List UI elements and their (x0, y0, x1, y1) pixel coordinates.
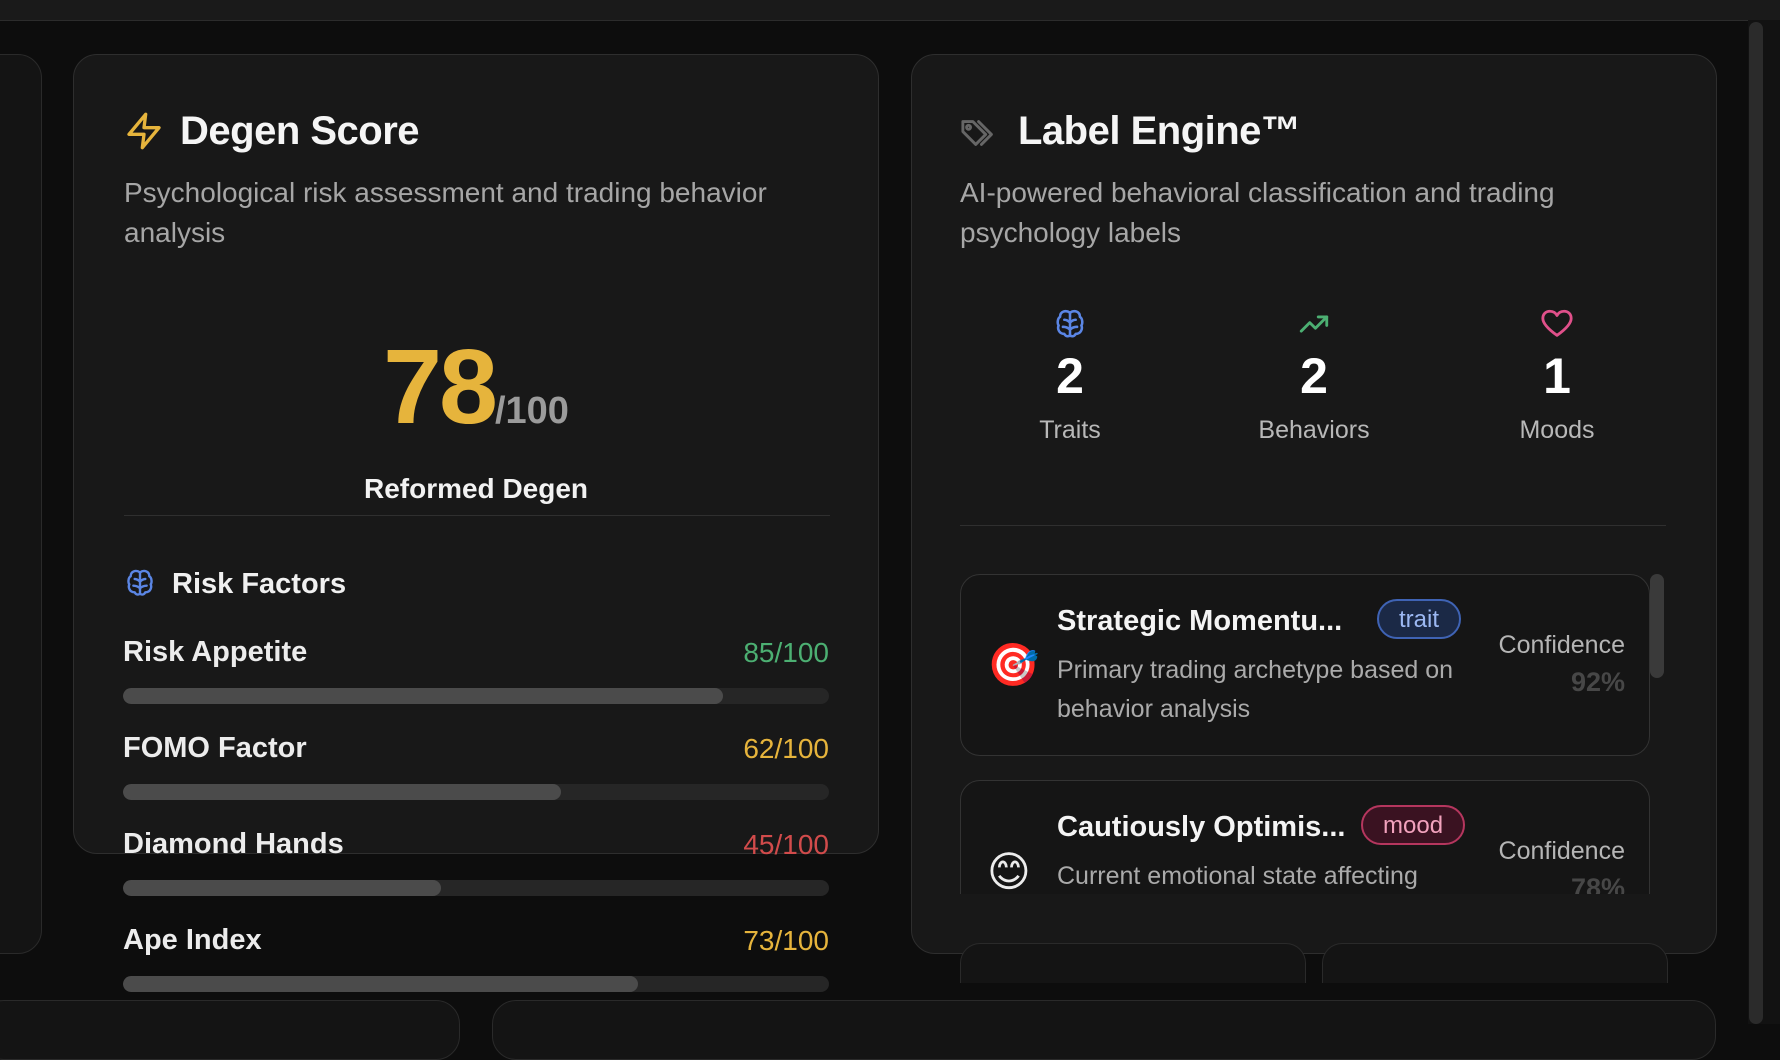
label-list-scrollbar[interactable] (1650, 574, 1664, 678)
risk-factor-bar-track (123, 688, 829, 704)
risk-factor-bar-track (123, 976, 829, 992)
neighbor-card-bottom-right (492, 1000, 1716, 1060)
label-engine-divider (960, 525, 1666, 526)
label-item[interactable]: 🎯 Strategic Momentu... trait Primary tra… (960, 574, 1650, 756)
score-label: Reformed Degen (363, 473, 589, 504)
tag-icon (961, 120, 993, 146)
label-item[interactable]: 😊 Cautiously Optimis... mood Current emo… (960, 780, 1650, 894)
risk-factor-bar-track (123, 784, 829, 800)
mood-badge: mood (1361, 805, 1466, 845)
brain-icon (127, 569, 153, 596)
label-engine-subtitle: AI-powered behavioral classification and… (960, 177, 1555, 248)
next-card-right (1322, 943, 1668, 983)
risk-factor-value: 62/100 (743, 733, 829, 764)
risk-factor-bar-track (123, 880, 829, 896)
neighbor-card-left (0, 54, 42, 954)
trait-badge: trait (1377, 599, 1462, 639)
risk-factor-value: 45/100 (743, 829, 829, 860)
stat-moods: 1 Moods (1457, 307, 1657, 445)
traits-label: Traits (1039, 416, 1101, 444)
target-icon: 🎯 (987, 641, 1040, 688)
behaviors-count: 2 (1300, 348, 1328, 404)
confidence-value: 92% (1570, 667, 1625, 697)
risk-factor-bar-fill (123, 688, 724, 704)
behaviors-label: Behaviors (1258, 416, 1370, 444)
risk-factor-value: 85/100 (743, 637, 829, 668)
stat-behaviors: 2 Behaviors (1214, 307, 1414, 445)
label-item-name: Cautiously Optimis... (1057, 811, 1346, 843)
score-max: /100 (494, 390, 569, 432)
risk-factor-value: 73/100 (743, 925, 829, 956)
degen-divider (124, 515, 830, 516)
label-item-description: Current emotional state affecting (1057, 862, 1418, 890)
moods-label: Moods (1519, 416, 1595, 444)
label-list[interactable]: 🎯 Strategic Momentu... trait Primary tra… (960, 570, 1660, 894)
stat-traits: 2 Traits (970, 307, 1170, 445)
traits-count: 2 (1056, 348, 1084, 404)
label-engine-title: Label Engine™ (1018, 109, 1301, 153)
heart-icon (1541, 309, 1573, 337)
confidence-label: Confidence (1498, 631, 1625, 659)
smile-icon: 😊 (987, 848, 1031, 894)
brain-icon (1056, 309, 1084, 338)
next-card-left (960, 943, 1306, 983)
confidence-label: Confidence (1498, 837, 1625, 865)
label-item-name: Strategic Momentu... (1057, 605, 1343, 637)
degen-title: Degen Score (180, 109, 420, 153)
risk-factor-bar-fill (123, 880, 441, 896)
risk-factors-title: Risk Factors (172, 568, 347, 600)
risk-factor-bar-fill (123, 784, 561, 800)
trending-up-icon (1299, 315, 1329, 333)
moods-count: 1 (1543, 348, 1571, 404)
risk-factor-bar-fill (123, 976, 639, 992)
degen-subtitle: Psychological risk assessment and tradin… (124, 177, 767, 248)
lightning-icon (127, 112, 161, 150)
label-item-description: Primary trading archetype based on behav… (1057, 656, 1454, 723)
score-display: 78/100 (74, 327, 878, 448)
top-bar (0, 0, 1780, 21)
score-value: 78 (383, 328, 498, 446)
neighbor-card-bottom-left (0, 1000, 460, 1060)
confidence-value: 78% (1570, 873, 1625, 894)
page-scrollbar-thumb[interactable] (1749, 22, 1763, 1024)
